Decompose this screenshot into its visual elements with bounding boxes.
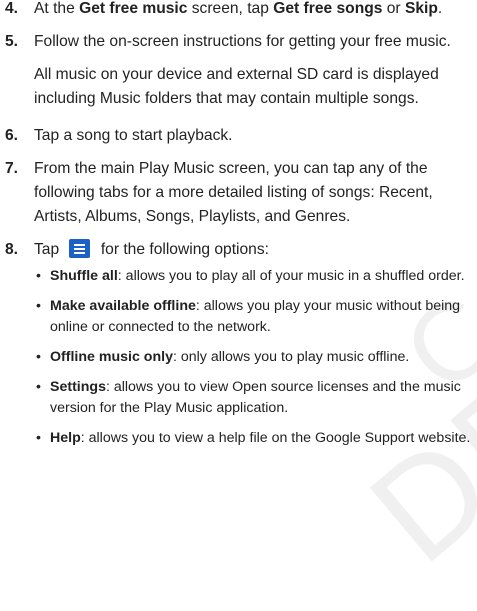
menu-icon <box>69 239 91 258</box>
step-number: 4. <box>5 0 19 17</box>
option-get-free-songs: Get free songs <box>273 0 383 17</box>
bullet: • <box>36 430 41 446</box>
bullet: • <box>36 379 41 395</box>
list-item: • Offline music only: only allows you to … <box>34 347 477 368</box>
options-list: • Shuffle all: allows you to play all of … <box>34 266 477 449</box>
step-number: 8. <box>5 241 19 258</box>
option-term: Offline music only <box>50 349 173 365</box>
document-body: 4. At the Get free music screen, tap Get… <box>0 0 477 458</box>
bullet: • <box>36 268 41 284</box>
list-item: • Shuffle all: allows you to play all of … <box>34 266 477 287</box>
option-term: Make available offline <box>50 298 196 314</box>
step-8: 8. Tap for the following options: • Shuff… <box>0 238 477 449</box>
option-description: : allows you to view Open source license… <box>50 379 461 416</box>
step-6: 6. Tap a song to start playback. <box>0 124 477 148</box>
step-number: 7. <box>5 160 19 177</box>
bullet: • <box>36 349 41 365</box>
option-description: : only allows you to play music offline. <box>172 349 410 365</box>
text-run: screen, tap <box>187 0 274 17</box>
list-item: • Settings: allows you to view Open sourc… <box>34 377 477 419</box>
option-term: Settings <box>50 379 106 395</box>
option-term: Help <box>50 430 81 446</box>
text-run: for the following options: <box>96 241 269 258</box>
step-4: 4. At the Get free music screen, tap Get… <box>0 0 477 21</box>
text-run: . <box>437 0 443 17</box>
screen-name: Get free music <box>79 0 188 17</box>
text-run: or <box>382 0 405 17</box>
step-5: 5. Follow the on-screen instructions for… <box>0 30 477 111</box>
step-text: Tap for the following options: <box>34 238 477 262</box>
option-skip: Skip <box>404 0 438 17</box>
list-item: • Make available offline: allows you play… <box>34 296 477 338</box>
step-number: 6. <box>5 127 19 144</box>
step-number: 5. <box>5 33 19 50</box>
step-7: 7. From the main Play Music screen, you … <box>0 157 477 229</box>
step-text: Tap a song to start playback. <box>34 127 233 144</box>
text-run: At the <box>34 0 80 17</box>
step-text: From the main Play Music screen, you can… <box>34 160 433 225</box>
step-text: At the Get free music screen, tap Get fr… <box>34 0 477 21</box>
bullet: • <box>36 298 41 314</box>
step-text: Follow the on-screen instructions for ge… <box>34 33 451 50</box>
step-note: All music on your device and external SD… <box>34 66 439 107</box>
option-term: Shuffle all <box>50 268 118 284</box>
list-item: • Help: allows you to view a help file on… <box>34 428 477 449</box>
option-description: : allows you to view a help file on the … <box>80 430 471 446</box>
text-run: Tap <box>34 241 64 258</box>
option-description: : allows you to play all of your music i… <box>117 268 465 284</box>
